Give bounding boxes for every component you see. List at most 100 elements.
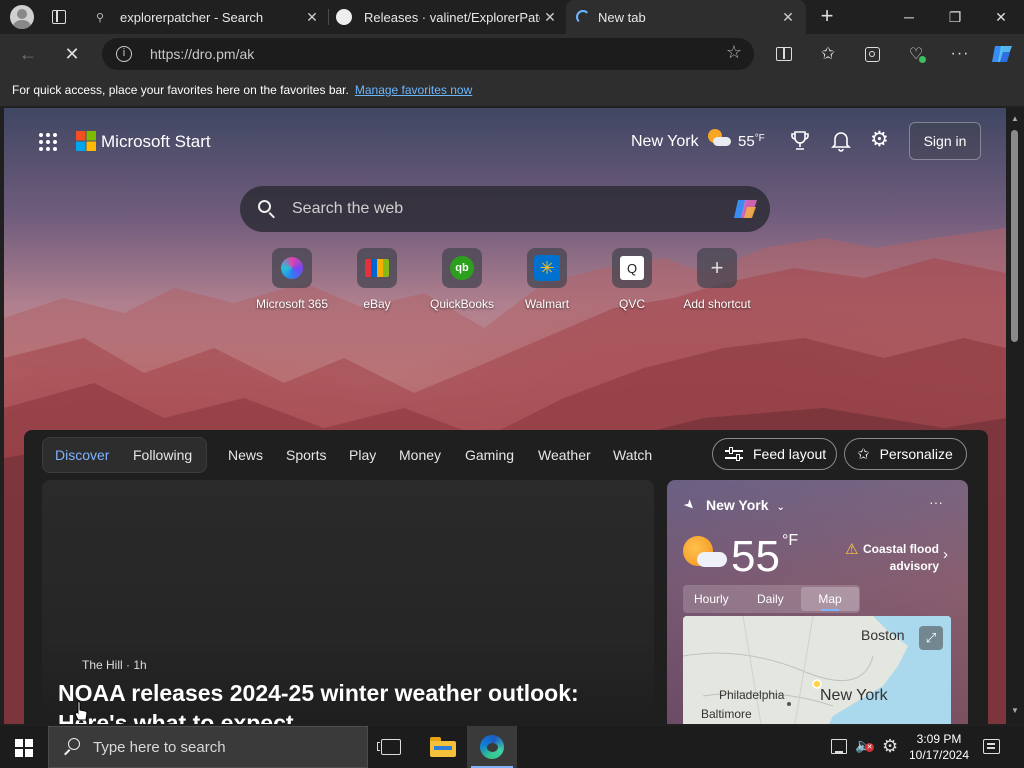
favorite-star-icon[interactable]: ☆ — [726, 42, 742, 63]
minimize-button[interactable]: ─ — [886, 0, 932, 34]
browser-essentials-icon[interactable]: ♡ — [902, 40, 930, 68]
tab-github[interactable]: Releases · valinet/ExplorerPatcher ✕ — [330, 0, 566, 34]
scrollbar-thumb[interactable] — [1011, 130, 1018, 342]
page-scrollbar[interactable]: ▲ ▼ — [1006, 108, 1024, 724]
notifications-bell-icon[interactable] — [831, 130, 851, 152]
shortcut-label: Add shortcut — [683, 297, 751, 311]
stop-loading-icon[interactable]: ✕ — [58, 40, 86, 68]
file-explorer-icon[interactable] — [430, 737, 456, 757]
nav-weather[interactable]: Weather — [538, 447, 591, 463]
close-tab-icon[interactable]: ✕ — [778, 9, 798, 26]
personalize-label: Personalize — [879, 446, 953, 462]
manage-favorites-link[interactable]: Manage favorites now — [355, 83, 472, 97]
tab-title: New tab — [598, 9, 646, 25]
notification-center-icon[interactable] — [983, 739, 1000, 754]
nav-gaming[interactable]: Gaming — [465, 447, 514, 463]
tab-search[interactable]: ⚲ explorerpatcher - Search ✕ — [88, 0, 328, 34]
scroll-up-icon[interactable]: ▲ — [1011, 114, 1019, 123]
split-screen-icon[interactable] — [770, 40, 798, 68]
search-input[interactable] — [292, 200, 672, 218]
shortcut-ebay[interactable]: eBay — [334, 248, 420, 312]
new-tab-button[interactable]: + — [814, 4, 840, 30]
volume-muted-icon[interactable]: 🔈 ✕ — [855, 737, 874, 754]
copilot-search-icon[interactable] — [732, 196, 760, 222]
taskbar-search-input[interactable] — [93, 738, 353, 756]
expand-map-icon[interactable]: ⤢ — [919, 626, 943, 650]
feed-layout-button[interactable]: Feed layout — [712, 438, 837, 470]
rewards-trophy-icon[interactable] — [790, 130, 810, 152]
address-bar[interactable]: i https://dro.pm/ak ☆ — [102, 38, 754, 70]
task-view-icon[interactable] — [377, 739, 401, 755]
back-arrow-icon[interactable]: ← — [14, 40, 42, 68]
brand-title[interactable]: Microsoft Start — [101, 132, 211, 152]
sign-in-button[interactable]: Sign in — [909, 122, 981, 160]
url-text[interactable]: https://dro.pm/ak — [150, 46, 254, 62]
sliders-icon — [725, 447, 743, 461]
tab-strip: ⚲ explorerpatcher - Search ✕ Releases · … — [0, 0, 1024, 34]
close-tab-icon[interactable]: ✕ — [302, 9, 322, 26]
network-icon[interactable] — [831, 739, 847, 754]
tab-daily[interactable]: Daily — [757, 592, 784, 606]
article-card[interactable]: The Hill · 1h NOAA releases 2024-25 wint… — [42, 480, 654, 724]
mouse-cursor-icon — [74, 700, 88, 722]
scroll-down-icon[interactable]: ▼ — [1011, 706, 1019, 715]
nav-sports[interactable]: Sports — [286, 447, 326, 463]
weather-card[interactable]: ➤ New York ⌄ ··· 55 °F ⚠ Coastal flood adv… — [667, 480, 968, 724]
nav-news[interactable]: News — [228, 447, 263, 463]
shortcut-microsoft-365[interactable]: Microsoft 365 — [249, 248, 335, 312]
header-temp-value: 55 — [738, 133, 755, 150]
taskbar-edge-button[interactable] — [467, 726, 517, 768]
tab-following[interactable]: Following — [133, 447, 192, 463]
nav-watch[interactable]: Watch — [613, 447, 652, 463]
tab-map-label: Map — [818, 592, 842, 606]
weather-more-icon[interactable]: ··· — [929, 494, 943, 510]
microsoft-365-icon — [272, 248, 312, 288]
tab-actions-icon[interactable] — [52, 10, 66, 24]
article-source: The Hill · 1h — [82, 658, 147, 672]
weather-city-name: New York — [706, 497, 769, 513]
header-temperature[interactable]: 55°F — [738, 133, 765, 150]
header-location[interactable]: New York — [631, 133, 699, 151]
chevron-right-icon[interactable]: › — [943, 546, 948, 563]
tab-new-tab[interactable]: New tab ✕ — [566, 0, 806, 34]
tab-map[interactable]: Map — [801, 587, 859, 611]
settings-gear-icon[interactable]: ⚙ — [882, 736, 898, 757]
shortcut-qvc[interactable]: Q QVC — [589, 248, 675, 312]
weather-temperature: 55 °F — [731, 532, 798, 582]
nav-money[interactable]: Money — [399, 447, 441, 463]
weather-alert[interactable]: Coastal flood advisory — [857, 541, 939, 575]
weather-map[interactable]: Boston ⤢ Philadelphia New York Baltimore — [683, 616, 951, 724]
more-options-icon[interactable]: ··· — [946, 40, 974, 68]
tab-title: Releases · valinet/ExplorerPatcher — [364, 9, 540, 25]
windows-start-icon[interactable] — [15, 739, 33, 757]
tab-discover[interactable]: Discover — [55, 447, 109, 463]
tab-hourly[interactable]: Hourly — [694, 592, 729, 606]
quickbooks-icon: qb — [442, 248, 482, 288]
walmart-icon: ✳ — [527, 248, 567, 288]
favorites-bar: For quick access, place your favorites h… — [0, 74, 1024, 106]
shortcut-quickbooks[interactable]: qb QuickBooks — [419, 248, 505, 312]
app-launcher-icon[interactable] — [38, 132, 58, 152]
copilot-icon[interactable] — [988, 40, 1016, 68]
msn-header: Microsoft Start New York 55°F ⚙ Sign in — [4, 108, 1006, 172]
collections-icon[interactable] — [858, 40, 886, 68]
shortcut-add[interactable]: + Add shortcut — [674, 248, 760, 312]
weather-view-tabs: Hourly Daily Map — [683, 585, 860, 613]
close-window-button[interactable]: ✕ — [978, 0, 1024, 34]
weather-city[interactable]: New York ⌄ — [706, 497, 785, 513]
article-headline[interactable]: NOAA releases 2024-25 winter weather out… — [58, 678, 618, 724]
system-clock[interactable]: 3:09 PM 10/17/2024 — [906, 731, 972, 763]
github-icon — [336, 9, 352, 25]
tab-title: explorerpatcher - Search — [120, 9, 264, 25]
site-info-icon[interactable]: i — [116, 46, 132, 62]
profile-avatar[interactable] — [10, 5, 34, 29]
settings-gear-icon[interactable]: ⚙ — [870, 129, 890, 152]
web-search-box[interactable] — [240, 186, 770, 232]
personalize-button[interactable]: ✩ Personalize — [844, 438, 967, 470]
favorites-icon[interactable]: ✩ — [814, 40, 842, 68]
nav-play[interactable]: Play — [349, 447, 376, 463]
shortcut-walmart[interactable]: ✳ Walmart — [504, 248, 590, 312]
close-tab-icon[interactable]: ✕ — [540, 9, 560, 26]
restore-button[interactable]: ❐ — [932, 0, 978, 34]
taskbar-search-box[interactable] — [48, 726, 368, 768]
